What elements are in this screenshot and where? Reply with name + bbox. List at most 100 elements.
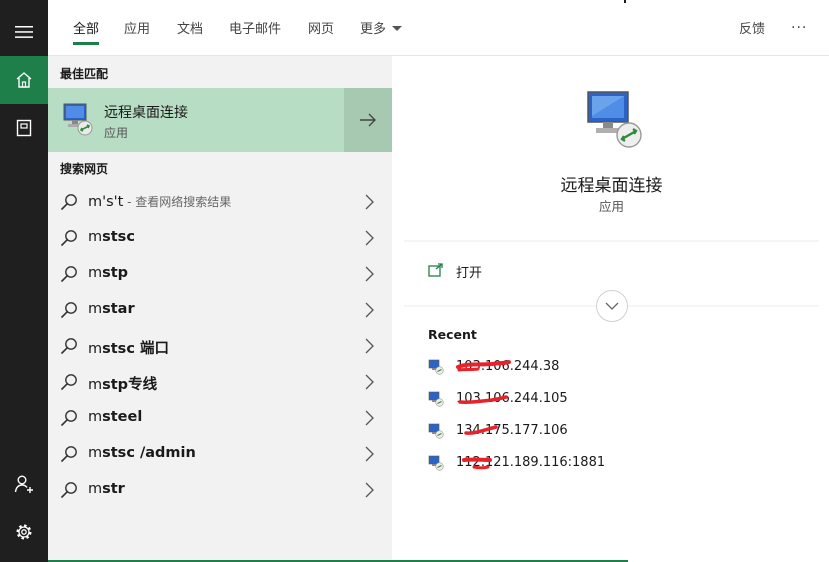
web-suggestion[interactable]: mstsc /admin [48,436,392,472]
menu-icon [15,26,33,38]
suggestion-completion: star [102,301,135,317]
suggestion-text: mstsc [88,229,135,245]
tab-all[interactable]: 全部 [73,0,100,55]
suggestion-completion: stsc [102,229,135,245]
notebook-icon [16,119,32,137]
recent-section: Recent 103.106.244.38 103.106.244.105 13… [404,307,819,562]
gear-icon [16,524,32,540]
open-label: 打开 [456,266,483,281]
suggestion-text: mstar [88,301,135,317]
best-match-title: 远程桌面连接 [104,105,188,121]
feedback-button[interactable]: 反馈 [739,0,765,55]
remote-desktop-small-icon [428,391,444,407]
search-icon [60,230,77,247]
best-match-result[interactable]: 远程桌面连接 应用 [48,88,392,152]
web-suggestion[interactable]: mstp专线 [48,364,392,400]
settings-button[interactable] [0,508,48,556]
search-icon [60,482,77,499]
tab-email[interactable]: 电子邮件 [229,0,281,55]
web-suggestion[interactable]: mstp [48,256,392,292]
suggestion-typed: m [88,409,103,425]
recent-heading: Recent [428,327,477,342]
search-icon [60,302,77,319]
remote-desktop-large-icon [587,91,642,148]
recent-item[interactable]: 112.121.189.116:1881 [428,453,788,473]
suggestion-typed: m [88,445,103,461]
search-scope-bar: 全部 应用 文档 电子邮件 网页 更多 反馈 ··· [48,0,829,56]
chevron-right-icon [365,482,374,498]
best-match-open[interactable]: 远程桌面连接 应用 [48,88,343,152]
arrow-right-icon [360,113,376,127]
chevron-down-icon [392,26,403,31]
preview-title: 远程桌面连接 [560,176,663,196]
suggestion-typed: m [88,265,103,281]
web-suggestion[interactable]: mstr [48,472,392,508]
redaction-mark [456,360,511,372]
web-suggestion[interactable]: mstsc [48,220,392,256]
chevron-right-icon [365,374,374,390]
app-preview-card: 远程桌面连接 应用 [404,68,819,240]
chevron-right-icon [365,302,374,318]
web-suggestion[interactable]: mstar [48,292,392,328]
suggestion-text: mstp [88,265,128,281]
tab-label: 更多 [360,22,387,37]
web-suggestion[interactable]: m's't - 查看网络搜索结果 [48,184,392,220]
open-icon [428,263,443,277]
account-button[interactable] [0,460,48,508]
account-add-icon [14,475,33,493]
results-pane: 最佳匹配 远程桌面连接 应用 搜索网页 m's't - 查看网络搜索结果 mst… [48,56,392,562]
recent-item[interactable]: 103.106.244.105 [428,389,788,409]
web-suggestion[interactable]: msteel [48,400,392,436]
tab-web[interactable]: 网页 [308,0,334,55]
web-suggestion[interactable]: mstsc 端口 [48,328,392,364]
redaction-mark [458,395,508,404]
home-button[interactable] [0,56,48,104]
more-options-button[interactable]: ··· [791,0,807,55]
suggestion-suffix: - 查看网络搜索结果 [123,195,232,209]
window-edge-mark [624,0,626,3]
notebook-button[interactable] [0,104,48,152]
tab-label: 网页 [308,22,335,37]
suggestion-completion: stp专线 [102,377,158,393]
suggestion-completion: steel [102,409,143,425]
more-options-label: ··· [791,19,808,36]
suggestion-typed: m [88,229,103,245]
active-tab-indicator [73,42,100,45]
suggestion-typed: m [88,377,103,393]
recent-item[interactable]: 134.175.177.106 [428,421,788,441]
remote-desktop-small-icon [428,423,444,439]
suggestion-text: mstp专线 [88,373,157,394]
search-icon [60,338,77,355]
tab-documents[interactable]: 文档 [177,0,203,55]
preview-subtitle: 应用 [598,199,624,214]
preview-pane: 远程桌面连接 应用 打开 Recent 103.106.244.38 103.1… [404,68,819,562]
suggestion-typed: m [88,481,103,497]
remote-desktop-small-icon [428,455,444,471]
chevron-right-icon [365,230,374,246]
chevron-down-icon [605,302,619,310]
remote-desktop-small-icon [428,359,444,375]
open-action[interactable]: 打开 [420,254,620,286]
expand-button[interactable] [596,290,628,322]
suggestion-completion: stsc 端口 [102,341,169,357]
menu-button[interactable] [0,8,48,56]
best-match-subtitle: 应用 [104,126,129,140]
tab-apps[interactable]: 应用 [124,0,150,55]
feedback-label: 反馈 [739,22,766,37]
search-icon [60,446,77,463]
search-icon [60,374,77,391]
recent-item[interactable]: 103.106.244.38 [428,357,788,377]
suggestion-text: m's't - 查看网络搜索结果 [88,193,231,210]
suggestion-typed: m's't [88,194,124,210]
tab-label: 全部 [73,22,100,37]
best-match-expand-button[interactable] [344,88,392,152]
tab-label: 文档 [177,22,204,37]
suggestion-text: mstsc /admin [88,445,196,461]
redaction-mark [462,457,492,470]
tab-more[interactable]: 更多 [360,0,403,55]
tab-label: 电子邮件 [229,22,282,37]
search-icon [60,194,77,211]
search-icon [60,410,77,427]
chevron-right-icon [365,410,374,426]
search-icon [60,266,77,283]
